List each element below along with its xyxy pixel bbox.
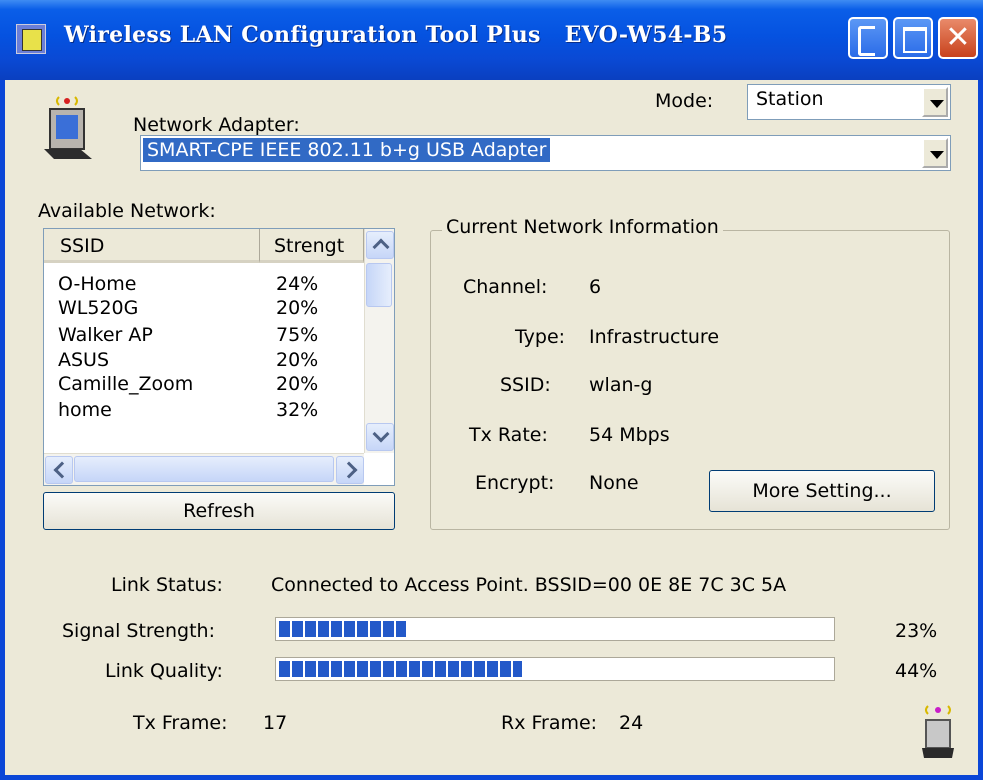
list-item[interactable]: O-Home 24% bbox=[58, 273, 318, 295]
chevron-down-icon[interactable] bbox=[922, 138, 948, 168]
signal-strength-percent: 23% bbox=[895, 620, 938, 642]
network-adapter-value: SMART-CPE IEEE 802.11 b+g USB Adapter bbox=[143, 138, 551, 162]
ssid-value: wlan-g bbox=[589, 374, 653, 396]
column-header-ssid[interactable]: SSID bbox=[44, 229, 260, 263]
column-header-ssid-label: SSID bbox=[60, 235, 105, 257]
rx-frame-label: Rx Frame: bbox=[501, 712, 598, 734]
ssid-cell: home bbox=[58, 399, 112, 421]
strength-cell: 24% bbox=[276, 273, 319, 295]
signal-strength-label: Signal Strength: bbox=[62, 620, 215, 642]
encrypt-value: None bbox=[589, 472, 639, 494]
ssid-cell: WL520G bbox=[58, 297, 139, 319]
more-setting-button[interactable]: More Setting... bbox=[709, 470, 935, 512]
list-item[interactable]: Camille_Zoom 20% bbox=[58, 373, 318, 395]
scroll-up-button[interactable] bbox=[366, 231, 394, 259]
available-network-list[interactable]: SSID Strengt O-Home 24% WL520G 20% Walker … bbox=[43, 228, 395, 486]
strength-cell: 32% bbox=[276, 399, 319, 421]
ssid-label: SSID: bbox=[500, 374, 551, 396]
column-header-strength-label: Strengt bbox=[274, 235, 345, 257]
scroll-left-button[interactable] bbox=[45, 456, 73, 484]
column-header-strength[interactable]: Strengt bbox=[260, 229, 364, 263]
vertical-scroll-thumb[interactable] bbox=[366, 263, 392, 307]
vertical-scrollbar[interactable] bbox=[364, 229, 394, 453]
app-window: Wireless LAN Configuration Tool Plus EVO… bbox=[0, 0, 983, 780]
close-button[interactable]: ✕ bbox=[938, 17, 978, 59]
refresh-button[interactable]: Refresh bbox=[43, 492, 395, 530]
link-quality-percent: 44% bbox=[895, 660, 938, 682]
horizontal-scrollbar[interactable] bbox=[44, 453, 364, 485]
ssid-cell: Walker AP bbox=[58, 324, 153, 346]
ssid-cell: O-Home bbox=[58, 273, 137, 295]
available-network-label: Available Network: bbox=[38, 200, 216, 222]
strength-cell: 20% bbox=[276, 349, 319, 371]
horizontal-scroll-thumb[interactable] bbox=[74, 456, 334, 482]
chevron-up-icon bbox=[372, 238, 390, 256]
scroll-down-button[interactable] bbox=[366, 423, 394, 451]
rx-frame-value: 24 bbox=[619, 712, 644, 734]
list-item[interactable]: WL520G 20% bbox=[58, 297, 318, 319]
minimize-button[interactable] bbox=[848, 17, 888, 59]
ssid-cell: ASUS bbox=[58, 349, 110, 371]
strength-cell: 20% bbox=[276, 297, 319, 319]
strength-cell: 20% bbox=[276, 373, 319, 395]
chevron-right-icon bbox=[340, 461, 358, 479]
tx-rate-value: 54 Mbps bbox=[589, 424, 670, 446]
app-icon[interactable] bbox=[16, 24, 46, 54]
link-quality-label: Link Quality: bbox=[105, 660, 223, 682]
channel-value: 6 bbox=[589, 276, 602, 298]
title-bar[interactable]: Wireless LAN Configuration Tool Plus EVO… bbox=[0, 0, 983, 80]
link-status-label: Link Status: bbox=[111, 574, 223, 596]
current-network-title: Current Network Information bbox=[442, 216, 723, 238]
wireless-status-icon bbox=[922, 705, 954, 758]
chevron-left-icon bbox=[53, 461, 71, 479]
chevron-down-icon[interactable] bbox=[922, 87, 948, 117]
tx-frame-value: 17 bbox=[263, 712, 288, 734]
mode-label: Mode: bbox=[655, 90, 714, 112]
mode-value: Station bbox=[756, 88, 824, 110]
signal-strength-fill bbox=[279, 621, 406, 637]
mode-select[interactable]: Station bbox=[747, 84, 951, 120]
list-item[interactable]: Walker AP 75% bbox=[58, 324, 318, 346]
network-adapter-select[interactable]: SMART-CPE IEEE 802.11 b+g USB Adapter bbox=[140, 135, 951, 171]
type-value: Infrastructure bbox=[589, 326, 720, 348]
channel-label: Channel: bbox=[463, 276, 548, 298]
maximize-button[interactable] bbox=[893, 17, 933, 59]
link-status-value: Connected to Access Point. BSSID=00 0E 8… bbox=[271, 574, 787, 596]
network-adapter-label: Network Adapter: bbox=[133, 114, 300, 136]
tx-rate-label: Tx Rate: bbox=[469, 424, 548, 446]
ssid-cell: Camille_Zoom bbox=[58, 373, 194, 395]
signal-strength-bar bbox=[275, 617, 835, 641]
window-title: Wireless LAN Configuration Tool Plus EVO… bbox=[64, 22, 728, 48]
scroll-right-button[interactable] bbox=[336, 456, 364, 484]
network-adapter-icon bbox=[44, 96, 92, 159]
type-label: Type: bbox=[515, 326, 566, 348]
link-quality-fill bbox=[279, 661, 522, 677]
list-item[interactable]: ASUS 20% bbox=[58, 349, 318, 371]
tx-frame-label: Tx Frame: bbox=[133, 712, 228, 734]
link-quality-bar bbox=[275, 657, 835, 681]
close-icon: ✕ bbox=[945, 20, 971, 55]
chevron-down-icon bbox=[372, 425, 390, 443]
encrypt-label: Encrypt: bbox=[475, 472, 555, 494]
strength-cell: 75% bbox=[276, 324, 319, 346]
list-item[interactable]: home 32% bbox=[58, 399, 318, 421]
